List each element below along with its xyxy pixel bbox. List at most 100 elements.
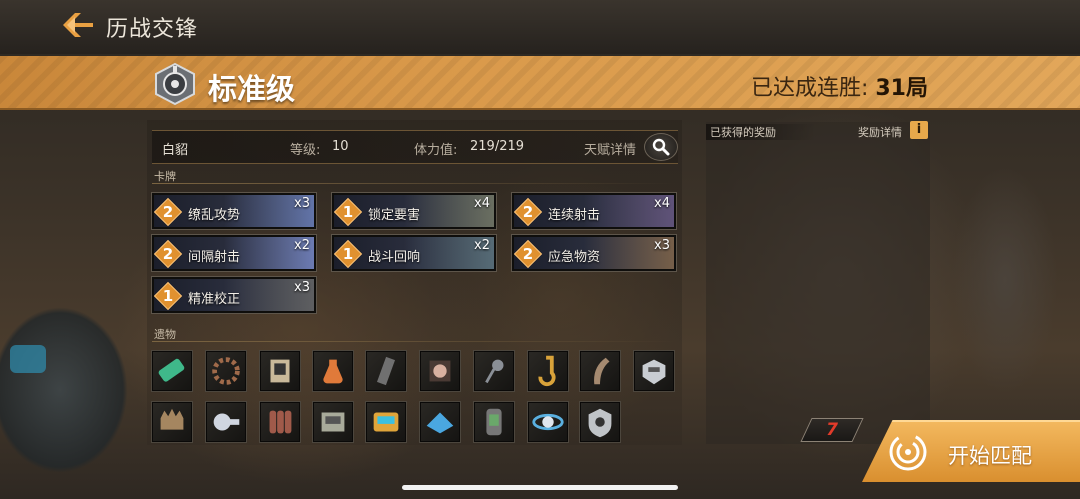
orb-device-icon [429, 360, 451, 382]
card-cost-badge: 2 [514, 239, 543, 269]
card-item[interactable]: 2 间隔射击 x2 [151, 234, 317, 272]
background-mech [0, 280, 150, 499]
card-quantity: x3 [654, 238, 670, 253]
ice-crystal-icon [426, 412, 454, 434]
relic-item[interactable] [365, 401, 407, 443]
relic-item[interactable] [633, 350, 675, 392]
cards-section-divider [152, 183, 678, 184]
gear-wreath-icon [212, 357, 240, 385]
card-name: 精准校正 [188, 292, 241, 307]
horn-icon [594, 357, 610, 385]
stamina-value: 219/219 [470, 139, 525, 154]
top-bar: 历战交锋 [0, 0, 1080, 54]
card-name: 连续射击 [548, 208, 601, 223]
cards-section-label: 卡牌 [154, 170, 176, 183]
card-cost-badge: 2 [154, 197, 183, 227]
stamina-label: 体力值: [414, 143, 458, 158]
start-match-label[interactable]: 开始匹配 [948, 440, 1032, 470]
card-quantity: x2 [474, 238, 490, 253]
relic-item[interactable] [473, 350, 515, 392]
card-name: 间隔射击 [188, 250, 241, 265]
card-quantity: x4 [474, 196, 490, 211]
card-item[interactable]: 2 应急物资 x3 [511, 234, 677, 272]
mech-helmet-icon [642, 359, 666, 385]
relic-item[interactable] [419, 401, 461, 443]
talent-details-label[interactable]: 天赋详情 [584, 139, 636, 158]
player-info-row: 白貂 等级: 10 体力值: 219/219 天赋详情 [152, 130, 678, 164]
search-icon [652, 138, 670, 156]
card-quantity: x4 [654, 196, 670, 211]
tier-banner: 标准级 已达成连胜: 31局 [0, 56, 1080, 110]
level-label: 等级: [290, 143, 321, 158]
ammo-shells-icon [269, 410, 292, 434]
info-icon[interactable]: i [910, 121, 928, 139]
potion-flask-icon [323, 359, 343, 384]
card-name: 缭乱攻势 [188, 208, 241, 223]
card-cost: 1 [342, 245, 354, 263]
circuit-board-icon [321, 412, 345, 432]
card-cost: 1 [342, 203, 354, 221]
home-indicator[interactable] [402, 485, 678, 490]
rewards-panel [706, 122, 930, 444]
tier-name: 标准级 [208, 72, 296, 106]
relic-item[interactable] [151, 350, 193, 392]
relic-item[interactable] [527, 350, 569, 392]
relic-item[interactable] [579, 350, 621, 392]
relic-item[interactable] [527, 401, 569, 443]
canister-icon [486, 408, 502, 436]
relic-item[interactable] [259, 401, 301, 443]
card-item[interactable]: 1 锁定要害 x4 [331, 192, 497, 230]
card-quantity: x3 [294, 280, 310, 295]
relics-section-label: 遗物 [154, 328, 176, 341]
card-quantity: x2 [294, 238, 310, 253]
relic-item[interactable] [151, 401, 193, 443]
win-streak-value: 31局 [875, 76, 928, 101]
card-item[interactable]: 2 缭乱攻势 x3 [151, 192, 317, 230]
win-streak: 已达成连胜: 31局 [751, 70, 928, 102]
card-item[interactable]: 1 精准校正 x3 [151, 276, 317, 314]
relic-item[interactable] [365, 350, 407, 392]
card-cost: 2 [522, 203, 534, 221]
relic-item[interactable] [579, 401, 621, 443]
card-cost: 2 [162, 203, 174, 221]
back-button[interactable] [60, 10, 96, 40]
card-item[interactable]: 1 战斗回响 x2 [331, 234, 497, 272]
relic-item[interactable] [473, 401, 515, 443]
relic-item[interactable] [259, 350, 301, 392]
card-cost: 1 [162, 287, 174, 305]
relic-item[interactable] [312, 401, 354, 443]
reward-details-link[interactable]: 奖励详情 [858, 124, 902, 140]
data-tablet-icon [373, 412, 399, 432]
portrait-icon [270, 359, 290, 383]
relic-item[interactable] [312, 350, 354, 392]
card-cost: 2 [162, 245, 174, 263]
green-vial-icon [158, 358, 185, 382]
card-name: 战斗回响 [368, 250, 421, 265]
level-value: 10 [332, 139, 349, 154]
card-quantity: x3 [294, 196, 310, 211]
card-name: 锁定要害 [368, 208, 421, 223]
talent-details-button[interactable] [644, 133, 678, 161]
card-item[interactable]: 2 连续射击 x4 [511, 192, 677, 230]
spiked-mask-icon [160, 408, 184, 430]
relic-item[interactable] [205, 401, 247, 443]
counter-badge[interactable]: 7 [800, 418, 864, 442]
relic-item[interactable] [205, 350, 247, 392]
card-cost-badge: 2 [154, 239, 183, 269]
card-cost-badge: 2 [514, 197, 543, 227]
blade-strip-icon [376, 356, 396, 386]
match-target-icon [889, 433, 927, 471]
win-streak-label: 已达成连胜: [750, 76, 869, 101]
background-mech-eye [10, 345, 46, 373]
orbit-core-icon [532, 413, 564, 431]
tier-emblem-icon [155, 62, 195, 106]
card-cost-badge: 1 [334, 197, 363, 227]
shield-emblem-icon [588, 408, 612, 438]
card-cost: 2 [522, 245, 534, 263]
relic-item[interactable] [419, 350, 461, 392]
page-title: 历战交锋 [106, 17, 199, 42]
card-name: 应急物资 [548, 250, 601, 265]
scanner-icon [485, 359, 504, 384]
relics-section-divider [152, 341, 678, 342]
background-figure [930, 130, 1080, 430]
